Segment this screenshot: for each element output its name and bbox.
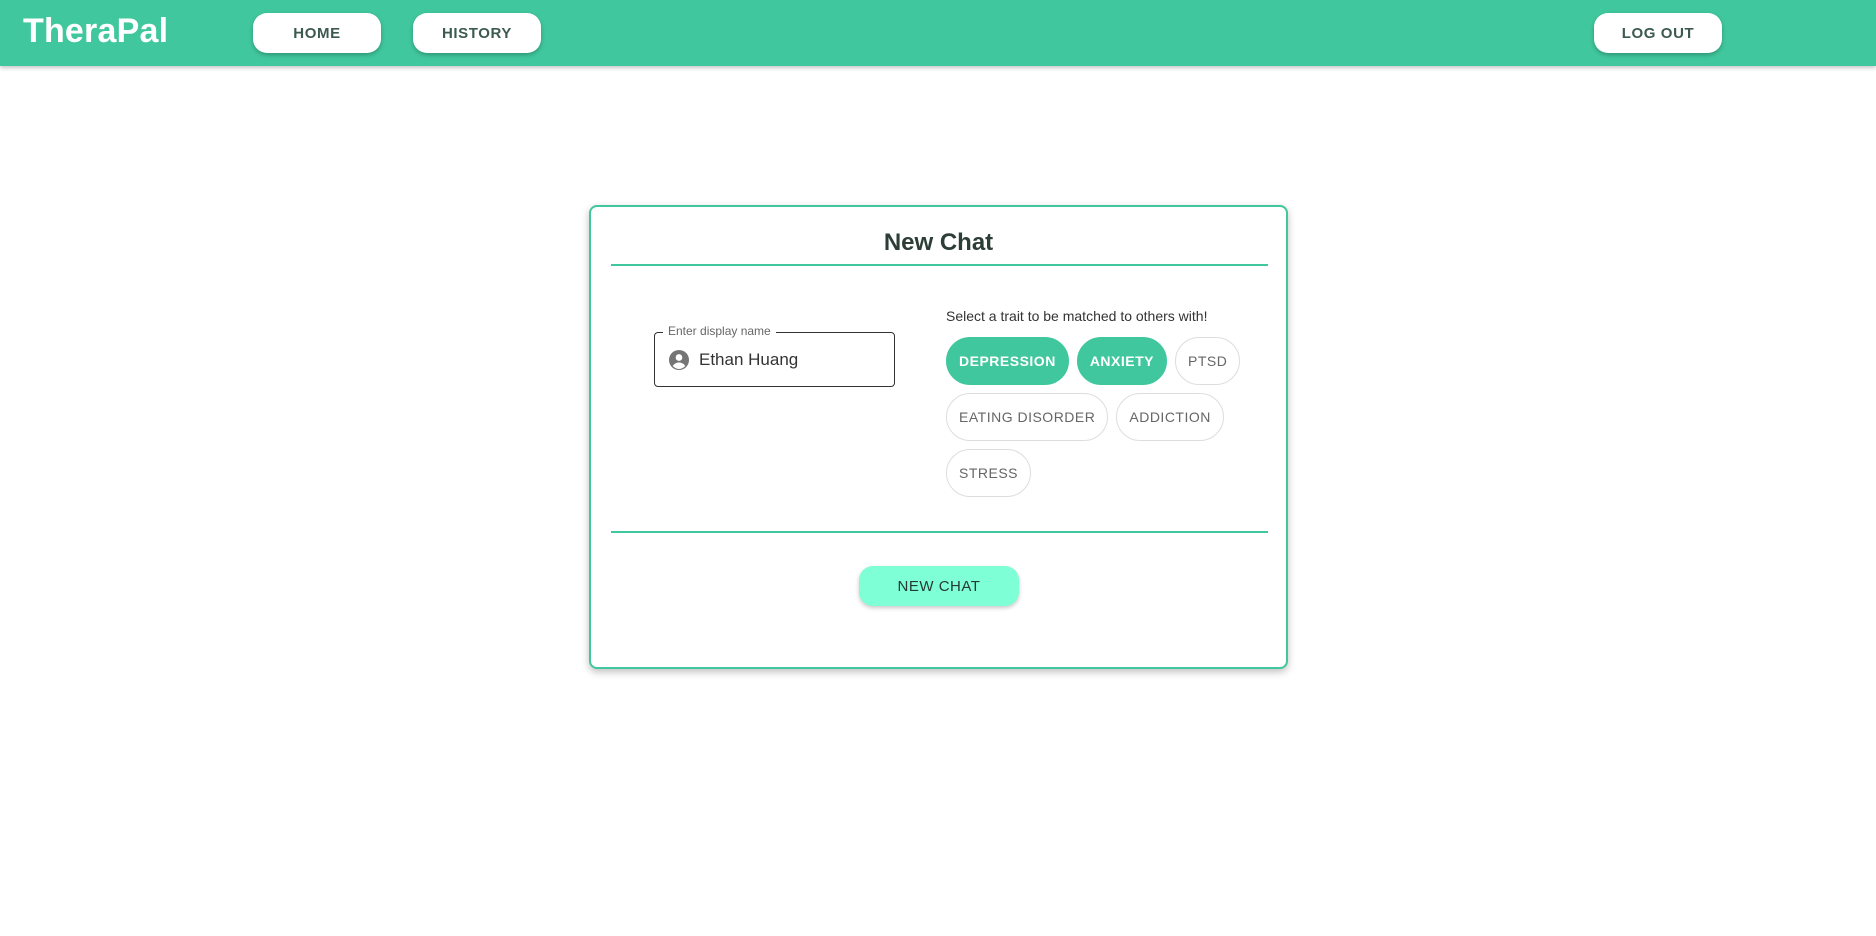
display-name-label: Enter display name <box>663 324 776 338</box>
history-button[interactable]: HISTORY <box>413 13 541 53</box>
card-title: New Chat <box>883 229 994 256</box>
bottom-divider <box>611 531 1268 533</box>
trait-chip-depression[interactable]: DEPRESSION <box>946 337 1069 385</box>
trait-chip-group: DEPRESSION ANXIETY PTSD EATING DISORDER … <box>946 337 1246 497</box>
logout-button[interactable]: LOG OUT <box>1594 13 1722 53</box>
home-button[interactable]: HOME <box>253 13 381 53</box>
display-name-input[interactable] <box>699 347 884 373</box>
new-chat-button[interactable]: NEW CHAT <box>859 566 1019 606</box>
account-circle-icon <box>669 350 689 370</box>
new-chat-card: New Chat Enter display name Select a tra… <box>589 205 1288 669</box>
trait-chip-addiction[interactable]: ADDICTION <box>1116 393 1224 441</box>
trait-prompt-text: Select a trait to be matched to others w… <box>946 308 1208 324</box>
top-app-bar: TheraPal HOME HISTORY LOG OUT <box>0 0 1876 66</box>
trait-chip-anxiety[interactable]: ANXIETY <box>1076 337 1167 385</box>
trait-chip-ptsd[interactable]: PTSD <box>1175 337 1241 385</box>
display-name-field[interactable]: Enter display name <box>654 324 895 387</box>
trait-chip-stress[interactable]: STRESS <box>946 449 1032 497</box>
top-divider <box>611 264 1268 266</box>
app-logo-text: TheraPal <box>23 12 169 50</box>
trait-chip-eating-disorder[interactable]: EATING DISORDER <box>946 393 1109 441</box>
